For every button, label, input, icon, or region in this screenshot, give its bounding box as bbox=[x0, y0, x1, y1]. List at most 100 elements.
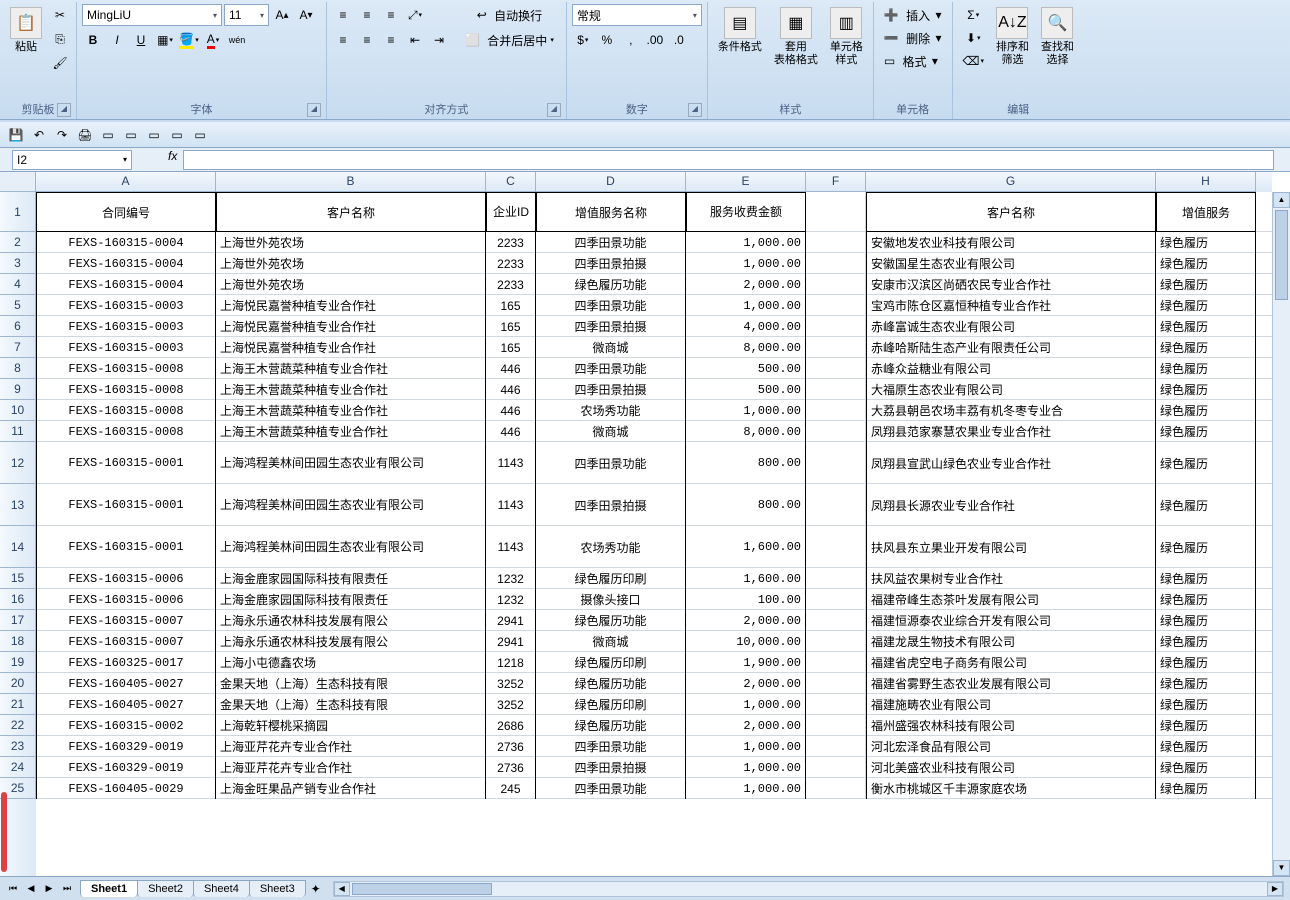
row-header-17[interactable]: 17 bbox=[0, 610, 36, 631]
format-cells-button[interactable]: ▭ 格式 ▾ bbox=[879, 50, 943, 72]
cell-A[interactable]: FEXS-160405-0027 bbox=[36, 694, 216, 715]
sheet-tab-Sheet3[interactable]: Sheet3 bbox=[249, 880, 306, 897]
cell-D[interactable]: 四季田景拍摄 bbox=[536, 253, 686, 274]
column-header-H[interactable]: H bbox=[1156, 172, 1256, 192]
cell-G[interactable]: 凤翔县范家寨慧农果业专业合作社 bbox=[866, 421, 1156, 442]
cell-C[interactable]: 2233 bbox=[486, 274, 536, 295]
cell-B[interactable]: 上海王木营蔬菜种植专业合作社 bbox=[216, 421, 486, 442]
cell-E[interactable]: 2,000.00 bbox=[686, 715, 806, 736]
cell-B[interactable]: 上海乾轩樱桃采摘园 bbox=[216, 715, 486, 736]
increase-font-button[interactable]: A▴ bbox=[271, 4, 293, 26]
cell-C[interactable]: 2941 bbox=[486, 610, 536, 631]
cell-C[interactable]: 1232 bbox=[486, 589, 536, 610]
tab-nav-next[interactable]: ▶ bbox=[40, 880, 58, 898]
percent-button[interactable]: % bbox=[596, 29, 618, 51]
cell-F[interactable] bbox=[806, 232, 866, 253]
cell-A[interactable]: FEXS-160315-0001 bbox=[36, 442, 216, 484]
cell-F[interactable] bbox=[806, 526, 866, 568]
cell-D[interactable]: 四季田景功能 bbox=[536, 232, 686, 253]
cell-F[interactable] bbox=[806, 778, 866, 799]
cell-A[interactable]: FEXS-160315-0007 bbox=[36, 610, 216, 631]
cell-D[interactable]: 四季田景拍摄 bbox=[536, 484, 686, 526]
row-header-5[interactable]: 5 bbox=[0, 295, 36, 316]
merge-center-button[interactable]: ⬜ 合并后居中 bbox=[458, 29, 561, 51]
cell-E[interactable]: 800.00 bbox=[686, 484, 806, 526]
currency-button[interactable]: $ bbox=[572, 29, 594, 51]
fx-cancel-button[interactable] bbox=[140, 149, 162, 171]
header-cell-F[interactable] bbox=[806, 192, 866, 232]
cell-C[interactable]: 446 bbox=[486, 379, 536, 400]
header-cell-G[interactable]: 客户名称 bbox=[866, 192, 1156, 232]
cell-C[interactable]: 165 bbox=[486, 316, 536, 337]
cell-C[interactable]: 245 bbox=[486, 778, 536, 799]
cell-F[interactable] bbox=[806, 568, 866, 589]
tab-nav-last[interactable]: ⏭ bbox=[58, 880, 76, 898]
cell-H[interactable]: 绿色履历 bbox=[1156, 631, 1256, 652]
row-header-6[interactable]: 6 bbox=[0, 316, 36, 337]
cell-G[interactable]: 福建帝峰生态茶叶发展有限公司 bbox=[866, 589, 1156, 610]
row-header-16[interactable]: 16 bbox=[0, 589, 36, 610]
cell-E[interactable]: 2,000.00 bbox=[686, 610, 806, 631]
row-header-11[interactable]: 11 bbox=[0, 421, 36, 442]
cell-B[interactable]: 上海鸿程美林间田园生态农业有限公司 bbox=[216, 484, 486, 526]
cell-G[interactable]: 福建恒源泰农业综合开发有限公司 bbox=[866, 610, 1156, 631]
cell-F[interactable] bbox=[806, 379, 866, 400]
conditional-format-button[interactable]: ▤条件格式 bbox=[713, 4, 767, 57]
cell-D[interactable]: 四季田景功能 bbox=[536, 442, 686, 484]
cell-H[interactable]: 绿色履历 bbox=[1156, 316, 1256, 337]
cell-E[interactable]: 1,000.00 bbox=[686, 400, 806, 421]
cell-G[interactable]: 福建施畴农业有限公司 bbox=[866, 694, 1156, 715]
fill-button[interactable]: ⬇ bbox=[958, 27, 989, 49]
column-header-F[interactable]: F bbox=[806, 172, 866, 192]
cell-F[interactable] bbox=[806, 337, 866, 358]
tab-nav-first[interactable]: ⏮ bbox=[4, 880, 22, 898]
cell-C[interactable]: 2233 bbox=[486, 253, 536, 274]
cell-A[interactable]: FEXS-160315-0004 bbox=[36, 232, 216, 253]
indent-decrease-button[interactable]: ⇤ bbox=[404, 29, 426, 51]
cell-C[interactable]: 2686 bbox=[486, 715, 536, 736]
row-header-3[interactable]: 3 bbox=[0, 253, 36, 274]
header-cell-C[interactable]: 企业ID bbox=[486, 192, 536, 232]
align-middle-button[interactable]: ≡ bbox=[356, 4, 378, 26]
horizontal-scrollbar[interactable]: ◀ ▶ bbox=[333, 881, 1284, 897]
cell-B[interactable]: 上海永乐通农林科技发展有限公 bbox=[216, 610, 486, 631]
qat-print-button[interactable]: 🖨 bbox=[75, 125, 95, 145]
cell-E[interactable]: 500.00 bbox=[686, 379, 806, 400]
qat-btn-7[interactable]: ▭ bbox=[144, 125, 164, 145]
cell-F[interactable] bbox=[806, 442, 866, 484]
cell-B[interactable]: 上海小屯德鑫农场 bbox=[216, 652, 486, 673]
cell-E[interactable]: 1,600.00 bbox=[686, 526, 806, 568]
row-header-1[interactable]: 1 bbox=[0, 192, 36, 232]
column-header-C[interactable]: C bbox=[486, 172, 536, 192]
cell-G[interactable]: 凤翔县长源农业专业合作社 bbox=[866, 484, 1156, 526]
cell-C[interactable]: 446 bbox=[486, 400, 536, 421]
cell-F[interactable] bbox=[806, 295, 866, 316]
cell-D[interactable]: 四季田景拍摄 bbox=[536, 379, 686, 400]
cell-B[interactable]: 上海金鹿家园国际科技有限责任 bbox=[216, 589, 486, 610]
clear-button[interactable]: ⌫ bbox=[958, 50, 989, 72]
cell-G[interactable]: 河北美盛农业科技有限公司 bbox=[866, 757, 1156, 778]
cell-B[interactable]: 上海金鹿家园国际科技有限责任 bbox=[216, 568, 486, 589]
qat-btn-8[interactable]: ▭ bbox=[167, 125, 187, 145]
row-header-18[interactable]: 18 bbox=[0, 631, 36, 652]
phonetic-button[interactable]: wén bbox=[226, 29, 248, 51]
cell-D[interactable]: 绿色履历功能 bbox=[536, 715, 686, 736]
bold-button[interactable]: B bbox=[82, 29, 104, 51]
cell-B[interactable]: 上海世外苑农场 bbox=[216, 253, 486, 274]
cell-C[interactable]: 2233 bbox=[486, 232, 536, 253]
cell-F[interactable] bbox=[806, 253, 866, 274]
cell-E[interactable]: 1,000.00 bbox=[686, 232, 806, 253]
cell-F[interactable] bbox=[806, 421, 866, 442]
row-header-14[interactable]: 14 bbox=[0, 526, 36, 568]
vertical-scrollbar[interactable]: ▲ ▼ bbox=[1272, 192, 1290, 876]
row-header-10[interactable]: 10 bbox=[0, 400, 36, 421]
sheet-tab-Sheet2[interactable]: Sheet2 bbox=[137, 880, 194, 897]
cell-C[interactable]: 1232 bbox=[486, 568, 536, 589]
cell-G[interactable]: 安徽地发农业科技有限公司 bbox=[866, 232, 1156, 253]
cell-G[interactable]: 扶风益农果树专业合作社 bbox=[866, 568, 1156, 589]
cell-D[interactable]: 绿色履历功能 bbox=[536, 610, 686, 631]
cell-D[interactable]: 微商城 bbox=[536, 631, 686, 652]
wrap-text-button[interactable]: ↩ 自动换行 bbox=[458, 4, 561, 26]
cell-C[interactable]: 165 bbox=[486, 337, 536, 358]
align-top-button[interactable]: ≡ bbox=[332, 4, 354, 26]
